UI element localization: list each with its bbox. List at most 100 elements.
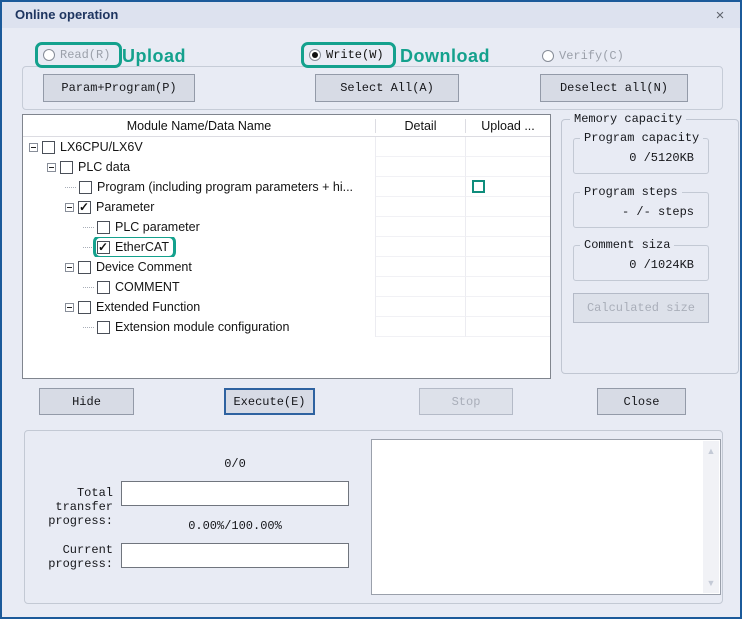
tree-item-label: Program (including program parameters + … bbox=[97, 180, 353, 194]
tree-checkbox[interactable] bbox=[78, 261, 91, 274]
memory-capacity-panel: Memory capacity Program capacity 0 /5120… bbox=[561, 119, 739, 374]
write-radio-group[interactable]: Write(W) bbox=[301, 42, 396, 68]
message-list-box: ▲ ▼ bbox=[371, 439, 721, 595]
scroll-down-icon[interactable]: ▼ bbox=[703, 575, 719, 591]
tree-item-label: Extended Function bbox=[96, 300, 200, 314]
upload-checkbox[interactable] bbox=[472, 180, 485, 193]
tree-checkbox[interactable] bbox=[79, 181, 92, 194]
program-capacity-label: Program capacity bbox=[580, 131, 703, 145]
scroll-up-icon[interactable]: ▲ bbox=[703, 443, 719, 459]
comment-size-value: 0 /1024KB bbox=[629, 258, 694, 272]
tree-checkbox[interactable] bbox=[60, 161, 73, 174]
program-steps-value: - /- steps bbox=[622, 205, 694, 219]
detail-cell bbox=[376, 177, 466, 197]
write-radio[interactable] bbox=[309, 49, 321, 61]
online-operation-dialog: Online operation × Read(R) Upload Write(… bbox=[0, 0, 742, 619]
module-tree-panel: Module Name/Data Name Detail Upload ... … bbox=[22, 114, 551, 379]
toolbar-groupbox: Param+Program(P) Select All(A) Deselect … bbox=[22, 66, 723, 110]
read-radio-label[interactable]: Read(R) bbox=[60, 48, 110, 62]
current-progress-label: Current progress: bbox=[25, 543, 113, 571]
hide-button[interactable]: Hide bbox=[39, 388, 134, 415]
read-radio-group[interactable]: Read(R) bbox=[35, 42, 122, 68]
scrollbar[interactable]: ▲ ▼ bbox=[703, 441, 719, 593]
tree-row[interactable]: LX6CPU/LX6V bbox=[23, 137, 550, 157]
tree-row[interactable]: Device Comment bbox=[23, 257, 550, 277]
tree-checkbox[interactable] bbox=[78, 201, 91, 214]
detail-cell bbox=[376, 277, 466, 297]
tree-header: Module Name/Data Name Detail Upload ... bbox=[23, 115, 550, 137]
program-capacity-group: Program capacity 0 /5120KB bbox=[573, 138, 709, 174]
tree-item-label: EtherCAT bbox=[115, 240, 169, 254]
tree-connector bbox=[83, 247, 94, 248]
tree-item-label: Device Comment bbox=[96, 260, 192, 274]
upload-cell bbox=[466, 137, 550, 157]
read-radio[interactable] bbox=[43, 49, 55, 61]
execute-button[interactable]: Execute(E) bbox=[224, 388, 315, 415]
tree-row[interactable]: COMMENT bbox=[23, 277, 550, 297]
progress-groupbox: 0/0 Total transfer progress: 0.00%/100.0… bbox=[24, 430, 723, 604]
upload-cell bbox=[466, 217, 550, 237]
total-progress-label: Total transfer progress: bbox=[25, 486, 113, 528]
detail-cell bbox=[376, 217, 466, 237]
detail-cell bbox=[376, 257, 466, 277]
column-header-module-name: Module Name/Data Name bbox=[23, 119, 376, 133]
tree-row[interactable]: Extended Function bbox=[23, 297, 550, 317]
tree-expander-icon[interactable] bbox=[65, 203, 74, 212]
tree-checkbox[interactable] bbox=[97, 321, 110, 334]
detail-cell bbox=[376, 237, 466, 257]
upload-cell bbox=[466, 197, 550, 217]
current-progress-bar bbox=[121, 543, 349, 568]
param-program-button[interactable]: Param+Program(P) bbox=[43, 74, 195, 102]
deselect-all-button[interactable]: Deselect all(N) bbox=[540, 74, 688, 102]
verify-radio[interactable] bbox=[542, 50, 554, 62]
total-progress-value: 0/0 bbox=[121, 457, 349, 471]
tree-row[interactable]: EtherCAT bbox=[23, 237, 550, 257]
tree-expander-icon[interactable] bbox=[65, 303, 74, 312]
select-all-button[interactable]: Select All(A) bbox=[315, 74, 459, 102]
verify-radio-group[interactable]: Verify(C) bbox=[542, 49, 624, 63]
tree-expander-icon[interactable] bbox=[29, 143, 38, 152]
tree-expander-icon[interactable] bbox=[65, 263, 74, 272]
upload-cell bbox=[466, 277, 550, 297]
total-progress-bar bbox=[121, 481, 349, 506]
tree-connector bbox=[83, 227, 94, 228]
tree-item-label: COMMENT bbox=[115, 280, 180, 294]
comment-size-group: Comment siza 0 /1024KB bbox=[573, 245, 709, 281]
download-annotation: Download bbox=[400, 46, 490, 67]
upload-cell bbox=[466, 237, 550, 257]
comment-size-label: Comment siza bbox=[580, 238, 674, 252]
upload-cell bbox=[466, 317, 550, 337]
calculated-size-button[interactable]: Calculated size bbox=[573, 293, 709, 323]
detail-cell bbox=[376, 137, 466, 157]
detail-cell bbox=[376, 317, 466, 337]
tree-connector bbox=[65, 187, 76, 188]
title-bar: Online operation × bbox=[2, 2, 740, 28]
tree-connector bbox=[83, 287, 94, 288]
tree-row[interactable]: Extension module configuration bbox=[23, 317, 550, 337]
tree-row[interactable]: PLC data bbox=[23, 157, 550, 177]
verify-radio-label[interactable]: Verify(C) bbox=[559, 49, 624, 63]
write-radio-label[interactable]: Write(W) bbox=[326, 48, 384, 62]
close-icon[interactable]: × bbox=[710, 5, 730, 25]
tree-expander-icon[interactable] bbox=[47, 163, 56, 172]
upload-cell bbox=[466, 257, 550, 277]
detail-cell bbox=[376, 197, 466, 217]
tree-checkbox[interactable] bbox=[97, 221, 110, 234]
tree-checkbox[interactable] bbox=[42, 141, 55, 154]
stop-button[interactable]: Stop bbox=[419, 388, 513, 415]
tree-row[interactable]: PLC parameter bbox=[23, 217, 550, 237]
column-header-detail: Detail bbox=[376, 119, 466, 133]
tree-checkbox[interactable] bbox=[97, 241, 110, 254]
tree-row[interactable]: Parameter bbox=[23, 197, 550, 217]
current-progress-value: 0.00%/100.00% bbox=[121, 519, 349, 533]
tree-checkbox[interactable] bbox=[97, 281, 110, 294]
tree-checkbox[interactable] bbox=[78, 301, 91, 314]
tree-row[interactable]: Program (including program parameters + … bbox=[23, 177, 550, 197]
highlight-annotation: EtherCAT bbox=[97, 240, 169, 254]
upload-cell bbox=[466, 157, 550, 177]
program-steps-label: Program steps bbox=[580, 185, 682, 199]
upload-cell bbox=[466, 177, 550, 197]
detail-cell bbox=[376, 157, 466, 177]
tree-item-label: Parameter bbox=[96, 200, 154, 214]
close-button[interactable]: Close bbox=[597, 388, 686, 415]
